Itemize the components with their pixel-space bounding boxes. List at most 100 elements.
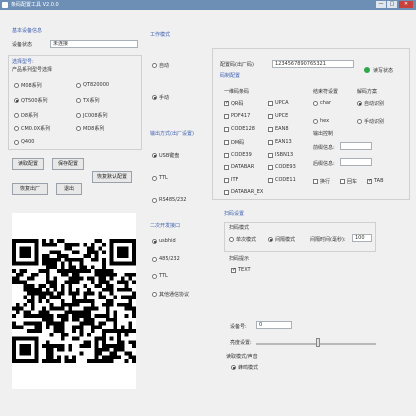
decode-radio-0[interactable]: 自动识别 [357,100,384,107]
model-radio-2[interactable]: QT500系列 [14,97,48,104]
model-radio-4[interactable]: D8系列 [14,112,38,119]
code-checkbox-3[interactable]: UPCE [268,113,288,119]
model-radio-0[interactable]: M08系列 [14,82,42,89]
work-mode-radio-1[interactable]: 手动 [152,94,169,101]
code-checkbox-1[interactable]: UPCA [268,100,289,106]
device-no-field[interactable]: 0 [256,321,292,329]
checkbox-indicator[interactable] [224,101,229,106]
code-checkbox-4[interactable]: CODE128 [224,126,255,132]
radio-indicator[interactable] [152,197,157,203]
extra-checkbox-2[interactable]: TAB [367,178,384,184]
suffix-field[interactable] [340,158,372,166]
minimize-button[interactable]: — [376,1,386,8]
radio-indicator[interactable] [231,365,236,370]
iface-radio-0[interactable]: usbhid [152,238,176,244]
device-status-field[interactable]: 未连接 [50,40,138,48]
maximize-button[interactable]: □ [387,1,397,8]
code-checkbox-6[interactable]: DM码 [224,139,244,146]
radio-indicator[interactable] [152,95,157,100]
code-checkbox-12[interactable]: ITF [224,177,238,183]
checkbox-indicator[interactable] [268,152,273,158]
code-checkbox-10[interactable]: DATABAR [224,164,254,170]
terminator-radio-0[interactable]: char [313,100,331,106]
radio-indicator[interactable] [152,256,157,262]
exit-button[interactable]: 退出 [56,183,82,195]
checkbox-indicator[interactable] [367,178,372,184]
work-mode-radio-0[interactable]: 自动 [152,62,169,69]
extra-checkbox-1[interactable]: 回车 [340,178,357,185]
close-button[interactable]: ✕ [399,1,413,8]
model-radio-8[interactable]: Q400 [14,139,34,145]
code-checkbox-7[interactable]: EAN13 [268,139,292,145]
light-slider-thumb[interactable] [316,338,321,347]
radio-indicator[interactable] [14,139,19,145]
restore-default-button[interactable]: 恢复默认配置 [92,171,132,183]
iface-radio-2[interactable]: TTL [152,273,168,279]
prefix-field[interactable] [340,142,372,150]
model-radio-6[interactable]: CM0.0X系列 [14,125,50,132]
interval-field[interactable]: 100 [352,234,372,242]
code-checkbox-8[interactable]: CODE39 [224,152,252,158]
radio-indicator[interactable] [152,175,157,181]
code-checkbox-13[interactable]: CODE11 [268,177,296,183]
radio-indicator[interactable] [152,292,157,297]
code-checkbox-11[interactable]: CODE93 [268,164,296,170]
radio-indicator[interactable] [229,237,234,242]
model-radio-3[interactable]: TX系列 [76,97,99,104]
radio-indicator[interactable] [268,237,273,242]
terminator-radio-1[interactable]: hex [313,118,329,124]
checkbox-indicator[interactable] [224,152,229,158]
extra-checkbox-0[interactable]: 换行 [313,178,330,185]
output-radio-2[interactable]: RS485/232 [152,197,186,203]
radio-indicator[interactable] [152,238,157,244]
radio-indicator[interactable] [14,126,19,131]
radio-indicator[interactable] [152,153,157,158]
save-config-button[interactable]: 保存配置 [52,158,84,170]
model-radio-7[interactable]: MD8系列 [76,125,104,132]
config-code-field[interactable]: 1234567890765321 [272,60,354,68]
checkbox-indicator[interactable] [224,113,229,119]
code-checkbox-5[interactable]: EAN8 [268,126,289,132]
checkbox-indicator[interactable] [231,267,236,273]
output-radio-0[interactable]: USB键盘 [152,152,179,159]
radio-indicator[interactable] [14,113,19,118]
checkbox-indicator[interactable] [268,139,273,145]
code-checkbox-0[interactable]: QR码 [224,100,243,107]
code-checkbox-14[interactable]: DATABAR_EX [224,189,263,195]
radio-indicator[interactable] [152,273,157,279]
radio-indicator[interactable] [14,83,19,88]
radio-indicator[interactable] [357,119,362,124]
checkbox-indicator[interactable] [224,140,229,145]
model-radio-5[interactable]: JC008系列 [76,112,108,119]
radio-indicator[interactable] [313,118,318,124]
radio-indicator[interactable] [14,98,19,103]
checkbox-indicator[interactable] [340,179,345,184]
checkbox-indicator[interactable] [224,164,229,170]
checkbox-indicator[interactable] [224,126,229,132]
radio-indicator[interactable] [76,126,81,131]
iface-radio-1[interactable]: 485/232 [152,256,180,262]
radio-indicator[interactable] [76,82,81,88]
checkbox-indicator[interactable] [224,189,229,195]
code-checkbox-9[interactable]: ISBN13 [268,152,293,158]
radio-indicator[interactable] [76,113,81,118]
scan-mode-radio-1[interactable]: 间隔模式 [268,236,295,243]
radio-indicator[interactable] [76,98,81,103]
iface-radio-3[interactable]: 其他通信协议 [152,291,189,298]
output-radio-1[interactable]: TTL [152,175,168,181]
checkbox-indicator[interactable] [268,126,273,132]
checkbox-indicator[interactable] [268,164,273,170]
read-config-button[interactable]: 读取配置 [12,158,44,170]
beep-checkbox[interactable]: TEXT [231,267,251,273]
factory-reset-button[interactable]: 恢复出厂 [12,183,48,195]
model-radio-1[interactable]: QT820000 [76,82,109,88]
radio-indicator[interactable] [357,101,362,106]
voice-radio[interactable]: 蜂鸣模式 [231,364,258,371]
decode-radio-1[interactable]: 手动识别 [357,118,384,125]
checkbox-indicator[interactable] [268,113,273,119]
radio-indicator[interactable] [152,63,157,68]
code-checkbox-2[interactable]: PDF417 [224,113,250,119]
scan-mode-radio-0[interactable]: 单次模式 [229,236,256,243]
checkbox-indicator[interactable] [268,100,273,106]
checkbox-indicator[interactable] [313,179,318,184]
